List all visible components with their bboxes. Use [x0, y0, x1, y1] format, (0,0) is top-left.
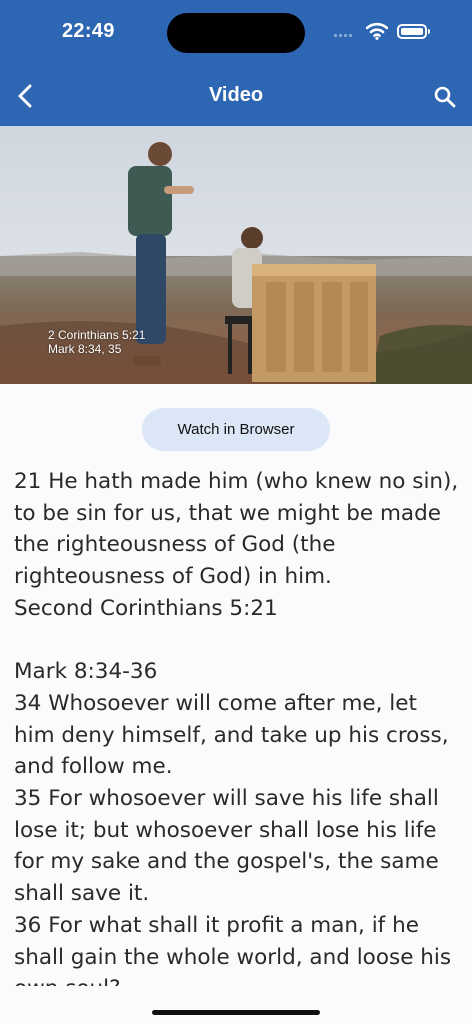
dynamic-island	[167, 13, 305, 53]
scripture-paragraph: 35 For whosoever will save his life shal…	[14, 786, 439, 907]
video-player[interactable]: 2 Corinthians 5:21 Mark 8:34, 35	[0, 126, 472, 384]
signal-icon	[334, 34, 352, 37]
video-caption: 2 Corinthians 5:21 Mark 8:34, 35	[48, 328, 145, 356]
home-indicator[interactable]	[152, 1010, 320, 1015]
scripture-paragraph: 34 Whosoever will come after me, let him…	[14, 690, 449, 780]
caption-line: 2 Corinthians 5:21	[48, 328, 146, 342]
app-header: 22:49 Video	[0, 0, 472, 126]
caption-line: Mark 8:34, 35	[48, 342, 122, 356]
scripture-paragraph: 36 For what shall it profit a man, if he…	[14, 912, 452, 986]
battery-icon	[397, 24, 430, 39]
scripture-text: 21 He hath made him (who knew no sin), t…	[14, 466, 462, 986]
wifi-icon	[366, 22, 388, 40]
search-button[interactable]	[432, 84, 458, 110]
scripture-reference: Mark 8:34-36	[14, 659, 158, 685]
scripture-paragraph: 21 He hath made him (who knew no sin), t…	[14, 469, 459, 590]
scripture-reference: Second Corinthians 5:21	[14, 595, 278, 621]
page-title: Video	[208, 84, 264, 106]
status-time: 22:49	[62, 20, 115, 42]
watch-in-browser-button[interactable]: Watch in Browser	[142, 408, 330, 451]
